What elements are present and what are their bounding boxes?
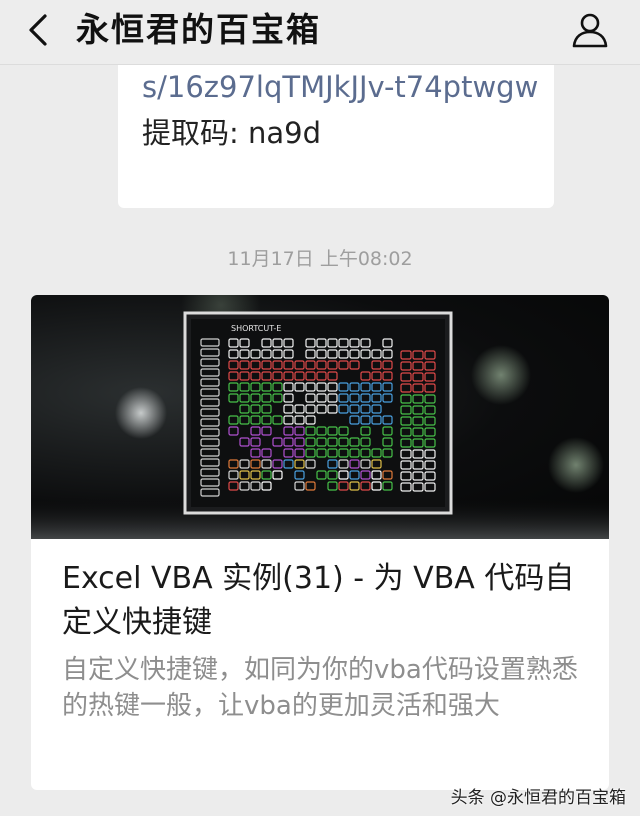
back-button[interactable] <box>18 10 58 50</box>
poster-title: SHORTCUT-E <box>231 324 281 333</box>
article-cover-image: SHORTCUT-E <box>31 295 609 539</box>
message-bubble[interactable]: 接: https://pan.baidu.com/s/16z97lqTMJkJJ… <box>118 40 554 208</box>
keyboard-poster-illustration: SHORTCUT-E <box>31 295 609 539</box>
watermark: 头条 @永恒君的百宝箱 <box>450 788 626 808</box>
article-description: 自定义快捷键，如同为你的vba代码设置熟悉的热键一般，让vba的更加灵活和强大 <box>62 655 578 721</box>
profile-button[interactable] <box>570 10 610 50</box>
page-title: 永恒君的百宝箱 <box>76 10 321 49</box>
person-icon <box>572 13 608 48</box>
article-card[interactable]: SHORTCUT-E Excel VBA 实例(31) - 为 VBA 代码自定… <box>31 295 609 790</box>
top-bar: 永恒君的百宝箱 <box>0 0 640 65</box>
chat-screen: 接: https://pan.baidu.com/s/16z97lqTMJkJJ… <box>0 0 640 816</box>
extraction-code: na9d <box>248 116 322 150</box>
message-timestamp: 11月17日 上午08:02 <box>227 248 413 270</box>
code-label: 提取码: <box>142 116 248 150</box>
article-title: Excel VBA 实例(31) - 为 VBA 代码自定义快捷键 <box>62 561 575 640</box>
chevron-left-icon <box>29 14 47 46</box>
